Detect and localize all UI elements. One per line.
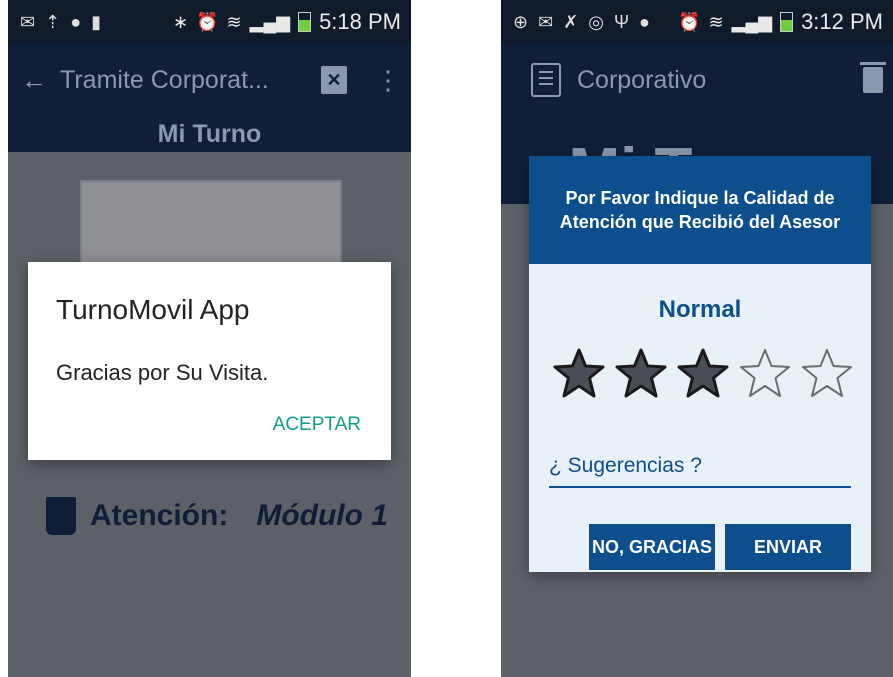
plus-icon: ⊕ bbox=[513, 11, 529, 32]
alert-message: Gracias por Su Visita. bbox=[56, 360, 269, 385]
notification-icons: ⊕ ✉ ✗ ◎ Ψ ● bbox=[501, 12, 650, 33]
wifi-icon: ≋ bbox=[226, 11, 242, 32]
app-title: Corporativo bbox=[577, 65, 707, 94]
attention-label: Atención: bbox=[90, 499, 229, 532]
suggestions-input[interactable] bbox=[549, 446, 851, 488]
app-icon: ● bbox=[70, 11, 82, 32]
screen-title: Mi Turno bbox=[8, 116, 411, 152]
document-icon bbox=[531, 63, 561, 97]
star-filled-icon[interactable] bbox=[613, 346, 669, 402]
status-bar: ✉ ⇡ ● ▮ ∗ ⏰ ≋ ▂▄▆ 5:18 PM bbox=[8, 0, 411, 44]
sim-icon: ▮ bbox=[91, 11, 101, 32]
arrow-left-icon: ← bbox=[21, 64, 47, 95]
notification-icons: ✉ ⇡ ● ▮ bbox=[8, 12, 101, 33]
rating-level: Normal bbox=[658, 296, 742, 323]
ticket-card bbox=[80, 180, 342, 274]
whatsapp-icon: ◎ bbox=[588, 11, 604, 32]
status-bar: ⊕ ✉ ✗ ◎ Ψ ● ⏰ ≋ ▂▄▆ 3:12 PM bbox=[501, 0, 893, 44]
back-button[interactable]: ← bbox=[8, 65, 60, 96]
wifi-icon: ≋ bbox=[708, 11, 724, 32]
rating-dialog: Por Favor Indique la Calidad de Atención… bbox=[529, 156, 871, 572]
app-bar: Corporativo bbox=[501, 44, 893, 116]
trash-icon[interactable] bbox=[860, 62, 886, 93]
send-button[interactable]: ENVIAR bbox=[725, 524, 851, 570]
battery-charging-icon bbox=[780, 12, 794, 32]
ticket-button[interactable]: ✕ bbox=[321, 66, 347, 94]
star-empty-icon[interactable] bbox=[799, 346, 855, 402]
star-rating[interactable] bbox=[551, 346, 855, 402]
app-title: Tramite Corporat... bbox=[60, 65, 269, 94]
alert-dialog: TurnoMovil App Gracias por Su Visita. AC… bbox=[28, 262, 391, 460]
star-empty-icon[interactable] bbox=[737, 346, 793, 402]
bookmark-icon bbox=[46, 497, 76, 535]
mail-icon: ✉ bbox=[20, 11, 36, 32]
signal-icon: ▂▄▆ bbox=[249, 11, 291, 32]
overflow-menu-icon: ⋮ bbox=[375, 64, 401, 95]
signal-icon: ▂▄▆ bbox=[731, 11, 773, 32]
battery-icon bbox=[298, 12, 312, 32]
mail-icon: ✉ bbox=[538, 11, 554, 32]
ticket-icon: ✕ bbox=[326, 69, 342, 90]
upload-icon: ⇡ bbox=[45, 11, 61, 32]
alarm-icon: ⏰ bbox=[678, 11, 701, 32]
star-filled-icon[interactable] bbox=[675, 346, 731, 402]
no-thanks-button[interactable]: NO, GRACIAS bbox=[589, 524, 715, 570]
overflow-menu-button[interactable]: ⋮ bbox=[375, 65, 401, 96]
status-time: 3:12 PM bbox=[801, 9, 883, 34]
attention-row: Atención: Módulo 1 bbox=[46, 497, 388, 535]
left-phone-screen: ✉ ⇡ ● ▮ ∗ ⏰ ≋ ▂▄▆ 5:18 PM ← Tramite Corp… bbox=[8, 0, 411, 677]
alert-title: TurnoMovil App bbox=[56, 294, 250, 325]
alarm-icon: ⏰ bbox=[196, 11, 219, 32]
accept-button[interactable]: ACEPTAR bbox=[273, 414, 361, 436]
app-bar: ← Tramite Corporat... ✕ ⋮ bbox=[8, 44, 411, 116]
rating-header: Por Favor Indique la Calidad de Atención… bbox=[529, 156, 871, 264]
status-time: 5:18 PM bbox=[319, 9, 401, 34]
attention-value: Módulo 1 bbox=[256, 499, 388, 532]
app-icon: ● bbox=[639, 11, 650, 32]
right-phone-screen: ⊕ ✉ ✗ ◎ Ψ ● ⏰ ≋ ▂▄▆ 3:12 PM Corporativo … bbox=[501, 0, 893, 677]
missed-call-icon: ✗ bbox=[563, 11, 579, 32]
star-filled-icon[interactable] bbox=[551, 346, 607, 402]
bluetooth-icon: ∗ bbox=[173, 11, 189, 32]
usb-icon: Ψ bbox=[614, 11, 630, 32]
